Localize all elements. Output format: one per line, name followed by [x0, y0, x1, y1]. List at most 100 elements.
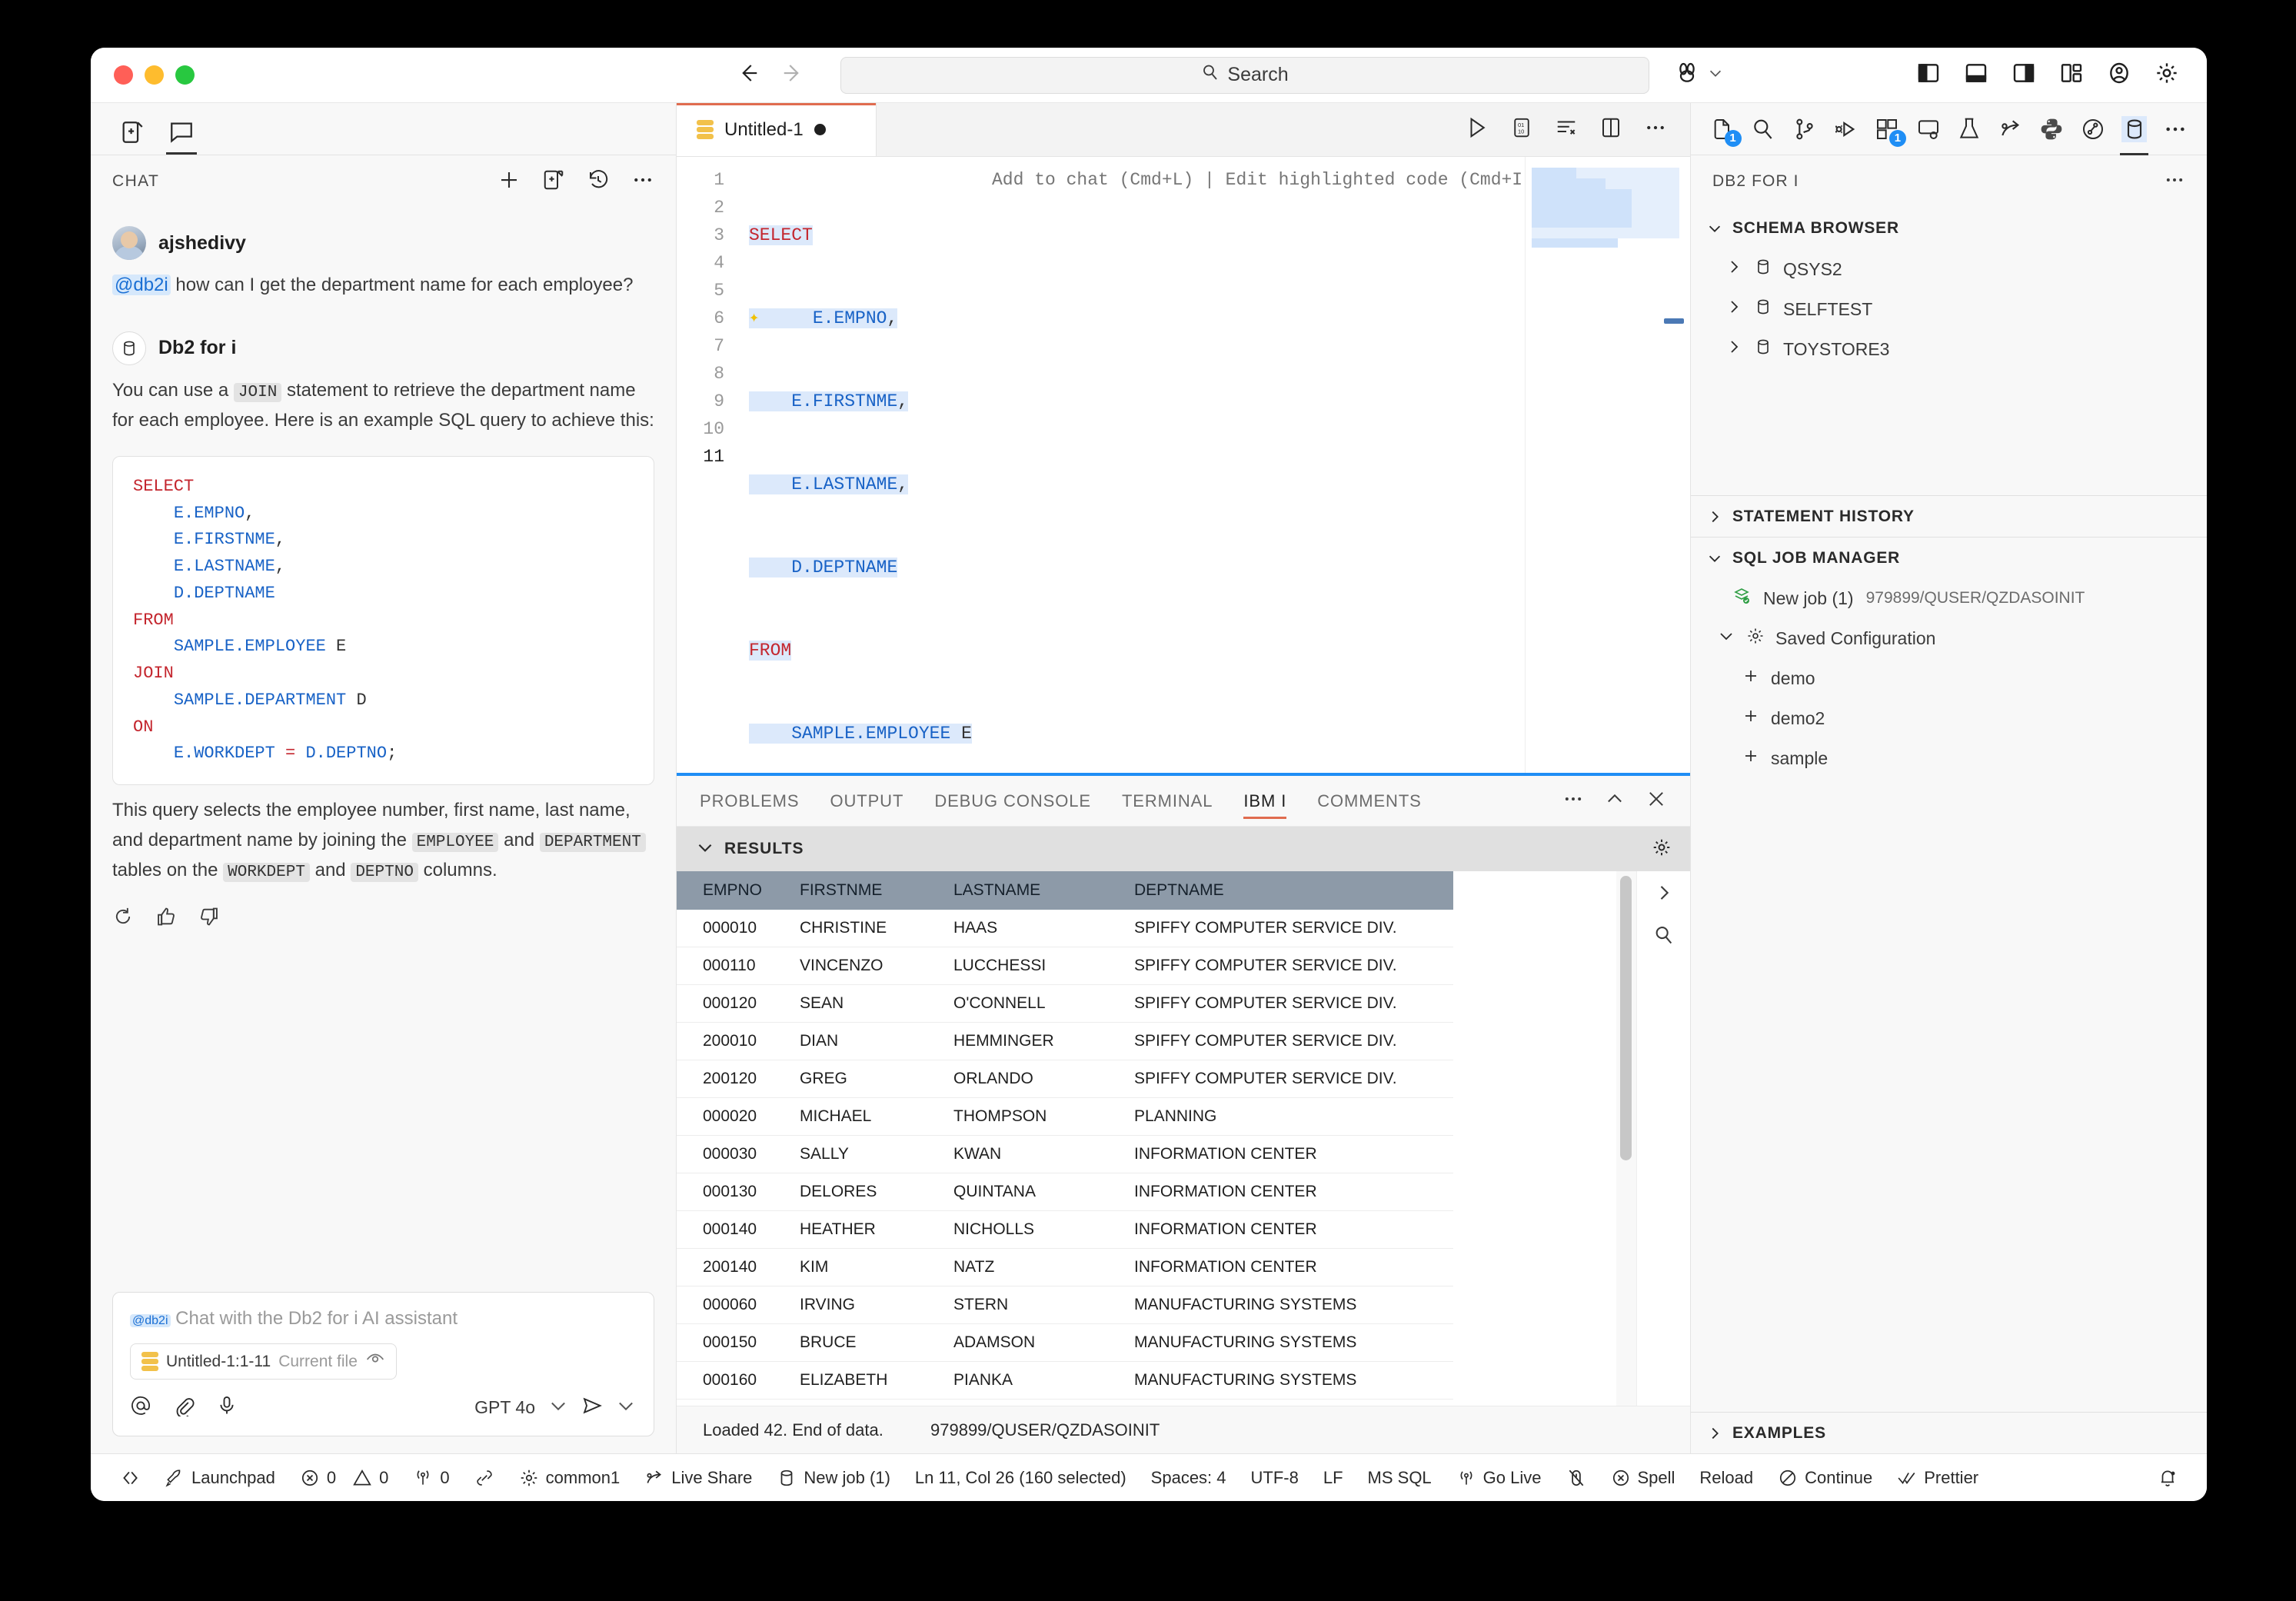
results-grid[interactable]: EMPNO FIRSTNME LASTNAME DEPTNAME 000010 C… [677, 871, 1636, 1406]
table-row[interactable]: 000010 CHRISTINE HAAS SPIFFY COMPUTER SERVI… [677, 910, 1453, 947]
schema-item-qsys2[interactable]: QSYS2 [1691, 249, 2207, 289]
job-item-new-job[interactable]: New job (1) 979899/QUSER/QZDASOINIT [1691, 578, 2207, 618]
tab-output[interactable]: OUTPUT [830, 776, 903, 827]
table-row[interactable]: 000170MASATOSHIYOSHIMURAMANUFACTURING SY… [677, 1399, 1453, 1406]
section-sql-job-manager[interactable]: SQL JOB MANAGER [1691, 537, 2207, 578]
gear-icon[interactable] [2155, 61, 2179, 89]
explorer-icon[interactable]: 1 [1709, 116, 1742, 147]
sparkle-icon[interactable]: ✦ [749, 305, 759, 332]
thumbs-up-icon[interactable] [155, 906, 177, 931]
new-file-icon[interactable] [111, 110, 154, 155]
history-icon[interactable] [587, 168, 610, 195]
source-control-icon[interactable] [1792, 116, 1818, 142]
remote-indicator[interactable] [1675, 61, 1724, 89]
table-row[interactable]: 200140 KIM NATZ INFORMATION CENTER [677, 1248, 1453, 1286]
remote-explorer-icon[interactable] [1915, 116, 1942, 142]
status-spell[interactable]: Spell [1599, 1454, 1688, 1502]
split-editor-icon[interactable] [1599, 116, 1622, 143]
toggle-panel-icon[interactable] [1964, 61, 1988, 89]
eye-icon[interactable] [365, 1350, 385, 1373]
chat-icon[interactable] [160, 110, 203, 155]
toggle-primary-sidebar-icon[interactable] [1916, 61, 1941, 89]
account-icon[interactable] [2107, 61, 2131, 89]
chevron-up-icon[interactable] [1604, 788, 1626, 814]
ellipsis-icon[interactable] [1562, 788, 1584, 814]
send-icon[interactable] [581, 1395, 603, 1420]
gear-icon[interactable] [1652, 837, 1672, 861]
ellipsis-icon[interactable] [1644, 116, 1667, 143]
status-language-mode[interactable]: MS SQL [1356, 1454, 1444, 1502]
table-row[interactable]: 000020 MICHAEL THOMPSON PLANNING [677, 1097, 1453, 1136]
table-row[interactable]: 000150 BRUCE ADAMSON MANUFACTURING SYSTEMS [677, 1323, 1453, 1362]
thumbs-down-icon[interactable] [198, 906, 220, 931]
mention-db2i[interactable]: @db2i [112, 275, 171, 295]
forward-arrow-icon[interactable] [781, 62, 804, 88]
ellipsis-icon[interactable] [2164, 169, 2185, 195]
status-continue[interactable]: Continue [1765, 1454, 1885, 1502]
microphone-icon[interactable] [216, 1395, 238, 1420]
table-row[interactable]: 000120 SEAN O'CONNELL SPIFFY COMPUTER SERVI… [677, 984, 1453, 1023]
minimap-scrollbar[interactable] [1664, 318, 1684, 324]
status-live-share[interactable]: Live Share [632, 1454, 764, 1502]
status-mouse-toggle[interactable] [1554, 1454, 1599, 1502]
table-row[interactable]: 000060 IRVING STERN MANUFACTURING SYSTEMS [677, 1286, 1453, 1324]
status-eol[interactable]: LF [1311, 1454, 1356, 1502]
customize-layout-icon[interactable] [2059, 61, 2084, 89]
status-reload[interactable]: Reload [1687, 1454, 1765, 1502]
status-errors[interactable]: 0 0 [288, 1454, 401, 1502]
editor-tab-untitled-1[interactable]: Untitled-1 [677, 103, 877, 156]
status-remote-indicator[interactable] [108, 1454, 152, 1502]
status-connection-common1[interactable]: common1 [507, 1454, 633, 1502]
schema-item-toystore3[interactable]: TOYSTORE3 [1691, 329, 2207, 369]
close-icon[interactable] [1645, 788, 1667, 814]
tab-ibm-i[interactable]: IBM I [1243, 776, 1287, 827]
model-selector-label[interactable]: GPT 4o [474, 1397, 535, 1418]
db2-for-i-icon[interactable] [2119, 115, 2148, 155]
attach-icon[interactable] [173, 1395, 195, 1420]
status-encoding[interactable]: UTF-8 [1239, 1454, 1311, 1502]
code-content[interactable]: SELECT ✦ E.EMPNO, E.FIRSTNME, E.LASTNAME… [738, 157, 1690, 773]
status-prettier[interactable]: Prettier [1885, 1454, 1991, 1502]
tab-terminal[interactable]: TERMINAL [1122, 776, 1213, 827]
new-chat-editor-icon[interactable] [542, 168, 565, 195]
ellipsis-icon[interactable] [631, 168, 654, 195]
toggle-secondary-sidebar-icon[interactable] [2011, 61, 2036, 89]
search-icon[interactable] [1653, 924, 1675, 950]
ellipsis-icon[interactable] [2162, 116, 2188, 142]
code-editor[interactable]: 123456 7 8 9 10 11 SELECT ✦ E.EMPNO, E.FIRST… [677, 157, 1690, 773]
chat-code-block[interactable]: SELECT E.EMPNO, E.FIRSTNME, E.LASTNAME, … [112, 455, 654, 786]
regenerate-icon[interactable] [112, 906, 134, 931]
run-binary-icon[interactable]: 01 10 [1510, 116, 1533, 143]
status-ports[interactable]: 0 [401, 1454, 461, 1502]
plus-icon[interactable] [497, 168, 521, 195]
table-row[interactable]: 000110 VINCENZO LUCCHESSI SPIFFY COMPUTER S… [677, 947, 1453, 985]
chat-input-box[interactable]: @db2i Chat with the Db2 for i AI assista… [112, 1292, 654, 1436]
saved-config-demo[interactable]: demo [1691, 658, 2207, 698]
table-row[interactable]: 200010 DIAN HEMMINGER SPIFFY COMPUTER SERVI… [677, 1022, 1453, 1060]
editor-minimap[interactable] [1525, 157, 1690, 773]
minimize-window-button[interactable] [145, 65, 164, 85]
section-examples[interactable]: EXAMPLES [1691, 1412, 2207, 1453]
table-row[interactable]: 000140 HEATHER NICHOLLS INFORMATION CENTER [677, 1210, 1453, 1249]
status-go-live[interactable]: Go Live [1444, 1454, 1554, 1502]
status-cursor-position[interactable]: Ln 11, Col 26 (160 selected) [903, 1454, 1139, 1502]
at-icon[interactable] [130, 1395, 151, 1420]
saved-config-demo2[interactable]: demo2 [1691, 698, 2207, 738]
section-statement-history[interactable]: STATEMENT HISTORY [1691, 495, 2207, 537]
chevron-right-icon[interactable] [1653, 882, 1675, 907]
chevron-down-icon[interactable] [547, 1395, 569, 1420]
saved-config-sample[interactable]: sample [1691, 738, 2207, 778]
back-arrow-icon[interactable] [737, 62, 760, 88]
tab-problems[interactable]: PROBLEMS [700, 776, 799, 827]
column-header-empno[interactable]: EMPNO [677, 871, 792, 910]
chevron-down-icon[interactable] [615, 1395, 637, 1420]
extensions-icon[interactable]: 1 [1874, 116, 1906, 147]
results-vertical-scrollbar[interactable] [1616, 871, 1636, 1406]
chat-messages[interactable]: ajshedivy @db2i how can I get the depart… [91, 208, 676, 1278]
table-row[interactable]: 000030 SALLY KWAN INFORMATION CENTER [677, 1135, 1453, 1173]
testing-icon[interactable] [1956, 116, 1982, 142]
column-header-firstnme[interactable]: FIRSTNME [792, 871, 946, 910]
live-share-icon[interactable] [1998, 116, 2024, 142]
maximize-window-button[interactable] [175, 65, 195, 85]
tab-comments[interactable]: COMMENTS [1317, 776, 1422, 827]
